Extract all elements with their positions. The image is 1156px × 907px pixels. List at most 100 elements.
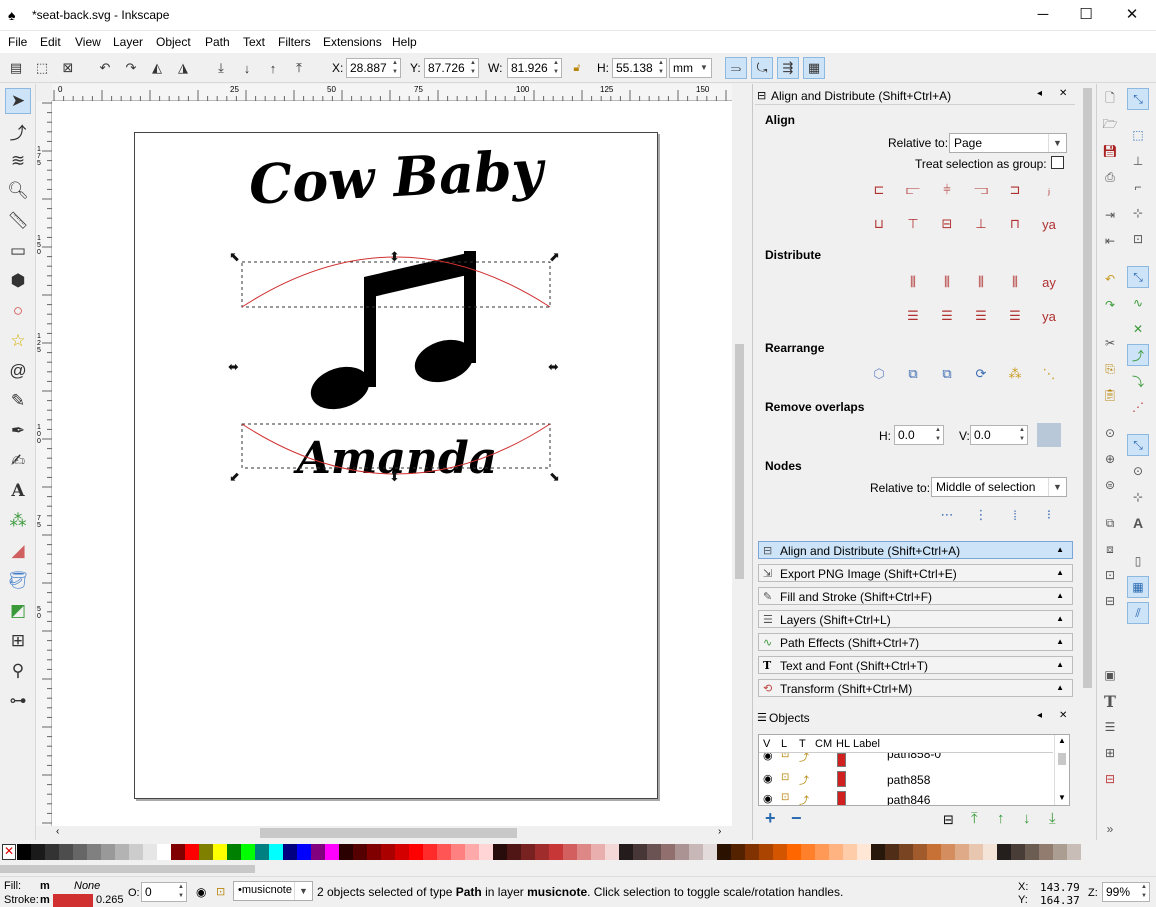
3d-box-tool-icon[interactable]: ⬢ bbox=[5, 268, 31, 294]
text-font-icon[interactable]: T bbox=[1099, 690, 1121, 712]
object-label[interactable]: path846 bbox=[887, 793, 930, 805]
eraser-tool-icon[interactable]: ◢ bbox=[5, 538, 31, 564]
color-swatch[interactable] bbox=[1067, 844, 1081, 860]
gradient-tool-icon[interactable]: ◩ bbox=[5, 598, 31, 624]
distribute-gaps-v-icon[interactable]: ☰ bbox=[1003, 304, 1027, 328]
color-swatch[interactable] bbox=[171, 844, 185, 860]
randomize-centers-icon[interactable]: ⁂ bbox=[1003, 362, 1027, 386]
snap-bbox-icon[interactable]: ⬚ bbox=[1127, 124, 1149, 146]
col-clipmask[interactable]: CM bbox=[815, 738, 832, 750]
align-baseline-icon[interactable]: ⱼ bbox=[1037, 178, 1061, 202]
color-swatch[interactable] bbox=[927, 844, 941, 860]
center-horizontal-axis-icon[interactable]: ⊟ bbox=[935, 212, 959, 236]
tweak-tool-icon[interactable]: ≋ bbox=[5, 148, 31, 174]
distribute-gaps-h-icon[interactable]: ⫼ bbox=[1003, 270, 1027, 294]
distribute-nodes-h-icon[interactable]: ⁞ bbox=[1003, 503, 1027, 527]
panel-fill-stroke[interactable]: ✎ Fill and Stroke (Shift+Ctrl+F) ▲ bbox=[758, 587, 1073, 605]
zoom-tool-icon[interactable]: 🔍︎ bbox=[5, 178, 31, 204]
color-swatch[interactable] bbox=[381, 844, 395, 860]
col-visible[interactable]: V bbox=[763, 738, 770, 750]
layer-select[interactable]: •musicnote ▼ bbox=[233, 881, 313, 901]
color-swatch[interactable] bbox=[507, 844, 521, 860]
paste-icon[interactable]: 📋︎ bbox=[1099, 384, 1121, 406]
color-swatch[interactable] bbox=[969, 844, 983, 860]
ellipse-tool-icon[interactable]: ○ bbox=[5, 298, 31, 324]
scroll-thumb[interactable] bbox=[1058, 753, 1066, 765]
close-panel-icon[interactable]: ✕ bbox=[1059, 88, 1067, 99]
color-swatch[interactable] bbox=[73, 844, 87, 860]
lower-to-bottom-icon[interactable]: ⤓ bbox=[210, 57, 232, 79]
text-tool-icon[interactable]: A bbox=[5, 478, 31, 504]
canvas-vertical-scrollbar[interactable] bbox=[732, 84, 747, 826]
snap-object-centers-icon[interactable]: ⊙ bbox=[1127, 460, 1149, 482]
close-panel-icon[interactable]: ✕ bbox=[1059, 710, 1067, 721]
scale-handle-br-icon[interactable]: ⬊ bbox=[549, 470, 560, 485]
unclump-icon[interactable]: ⋱ bbox=[1037, 362, 1061, 386]
align-top-to-bottom-icon[interactable]: ⊓ bbox=[1003, 212, 1027, 236]
align-left-edges-icon[interactable]: ⫍ bbox=[901, 178, 925, 202]
menu-file[interactable]: File bbox=[8, 35, 27, 49]
color-swatch[interactable] bbox=[619, 844, 633, 860]
copy-icon[interactable]: ⎘ bbox=[1099, 358, 1121, 380]
rotate-cw-icon[interactable]: ↷ bbox=[120, 57, 142, 79]
dock-scrollbar[interactable] bbox=[1080, 84, 1096, 840]
color-swatch[interactable] bbox=[59, 844, 73, 860]
no-paint-icon[interactable]: ✕ bbox=[2, 844, 16, 860]
menu-view[interactable]: View bbox=[75, 35, 101, 49]
color-swatch[interactable] bbox=[213, 844, 227, 860]
scroll-thumb[interactable] bbox=[260, 828, 517, 838]
color-swatch[interactable] bbox=[1039, 844, 1053, 860]
panel-export-png[interactable]: ⇲ Export PNG Image (Shift+Ctrl+E) ▲ bbox=[758, 564, 1073, 582]
color-swatch[interactable] bbox=[129, 844, 143, 860]
snap-cusp-nodes-icon[interactable]: ⤴ bbox=[1127, 344, 1149, 366]
node-tool-icon[interactable]: ⤴ bbox=[5, 118, 31, 144]
unit-select[interactable]: mm ▼ bbox=[669, 58, 712, 78]
close-button[interactable]: ✕ bbox=[1117, 4, 1147, 26]
distribute-right-icon[interactable]: ⫼ bbox=[969, 270, 993, 294]
calligraphy-tool-icon[interactable]: ✍ bbox=[5, 448, 31, 474]
panel-text-font[interactable]: T Text and Font (Shift+Ctrl+T) ▲ bbox=[758, 656, 1073, 674]
color-swatch[interactable] bbox=[227, 844, 241, 860]
dropper-tool-icon[interactable]: ⚲ bbox=[5, 658, 31, 684]
snap-smooth-nodes-icon[interactable]: ⤵ bbox=[1127, 370, 1149, 392]
color-swatch[interactable] bbox=[913, 844, 927, 860]
collapse-icon[interactable]: ◂ bbox=[1037, 88, 1042, 99]
color-swatch[interactable] bbox=[759, 844, 773, 860]
print-icon[interactable]: ⎙ bbox=[1099, 166, 1121, 188]
table-row[interactable]: ◉ ⊡ ⤴ path846 bbox=[759, 789, 1053, 805]
color-swatch[interactable] bbox=[101, 844, 115, 860]
layer-lock-icon[interactable]: ⊡ bbox=[216, 885, 225, 898]
color-swatch[interactable] bbox=[885, 844, 899, 860]
v-gap-input[interactable]: 0.0 ▲ ▼ bbox=[970, 425, 1028, 445]
scroll-right-icon[interactable]: › bbox=[718, 826, 721, 837]
scale-handle-tl-icon[interactable]: ⬉ bbox=[229, 250, 240, 265]
redo-icon[interactable]: ↷ bbox=[1099, 294, 1121, 316]
spin-arrows-icon[interactable]: ▲ ▼ bbox=[1018, 426, 1026, 444]
snap-guides-icon[interactable]: ⫽ bbox=[1127, 602, 1149, 624]
color-swatch[interactable] bbox=[451, 844, 465, 860]
snap-intersections-icon[interactable]: ✕ bbox=[1127, 318, 1149, 340]
spin-arrows-icon[interactable]: ▲ ▼ bbox=[552, 59, 560, 77]
rotate-ccw-icon[interactable]: ↶ bbox=[94, 57, 116, 79]
lock-icon[interactable]: ⊡ bbox=[781, 792, 789, 803]
duplicate-icon[interactable]: ⧉ bbox=[1099, 512, 1121, 534]
measure-tool-icon[interactable]: 📏︎ bbox=[5, 208, 31, 234]
h-input[interactable]: 55.138 ▲ ▼ bbox=[612, 58, 667, 78]
snap-bbox-edges-icon[interactable]: ⊥ bbox=[1127, 150, 1149, 172]
color-swatch[interactable] bbox=[941, 844, 955, 860]
scroll-down-icon[interactable]: ▼ bbox=[1058, 793, 1066, 802]
exchange-positions-icon[interactable]: ⧉ bbox=[901, 362, 925, 386]
color-swatch[interactable] bbox=[661, 844, 675, 860]
select-all-layers-icon[interactable]: ⬚ bbox=[31, 57, 53, 79]
color-swatch[interactable] bbox=[801, 844, 815, 860]
raise-icon[interactable]: ↑ bbox=[997, 810, 1005, 827]
snap-nodes-icon[interactable]: ⤡ bbox=[1127, 266, 1149, 288]
color-swatch[interactable] bbox=[731, 844, 745, 860]
color-swatch[interactable] bbox=[493, 844, 507, 860]
color-swatch[interactable] bbox=[185, 844, 199, 860]
menu-path[interactable]: Path bbox=[205, 35, 230, 49]
palette-scrollbar[interactable] bbox=[0, 862, 1156, 875]
star-tool-icon[interactable]: ☆ bbox=[5, 328, 31, 354]
color-swatch[interactable] bbox=[241, 844, 255, 860]
snap-rotation-centers-icon[interactable]: ⊹ bbox=[1127, 486, 1149, 508]
